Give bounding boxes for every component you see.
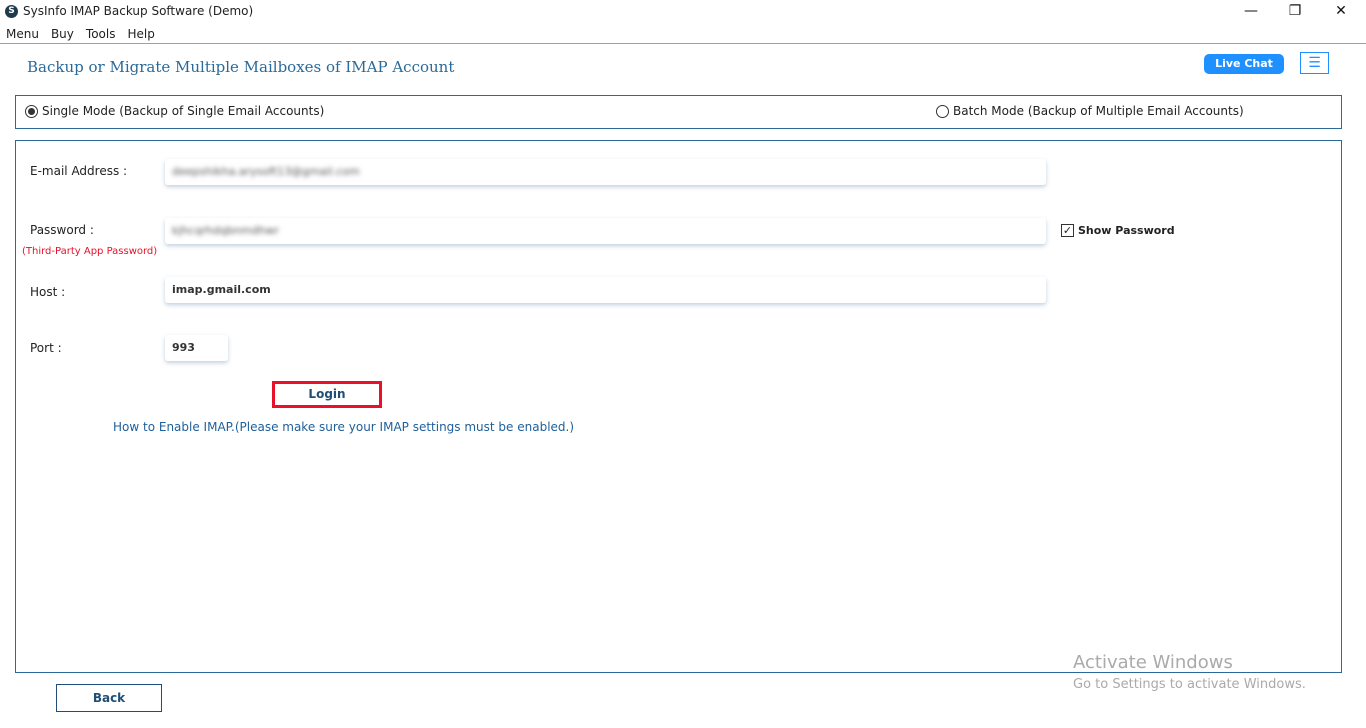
show-password-label: Show Password — [1078, 224, 1175, 237]
radio-unchecked-icon[interactable] — [936, 104, 949, 118]
menu-bar: Menu Buy Tools Help — [0, 25, 161, 43]
menu-item-tools[interactable]: Tools — [80, 25, 122, 43]
title-bar: S SysInfo IMAP Backup Software (Demo) — … — [0, 0, 1366, 24]
batch-mode-radio[interactable]: Batch Mode (Backup of Multiple Email Acc… — [936, 104, 1244, 118]
host-label: Host : — [30, 285, 66, 299]
menu-item-buy[interactable]: Buy — [45, 25, 80, 43]
port-label: Port : — [30, 341, 62, 355]
divider — [0, 43, 1366, 44]
activate-windows-hint: Go to Settings to activate Windows. — [1073, 677, 1306, 692]
restore-button[interactable]: ❐ — [1272, 0, 1318, 24]
close-button[interactable]: ✕ — [1318, 0, 1364, 24]
menu-item-help[interactable]: Help — [121, 25, 160, 43]
login-button[interactable]: Login — [272, 381, 382, 408]
back-button[interactable]: Back — [56, 684, 162, 712]
email-value: deepshikha.arysoft13@gmail.com — [172, 165, 360, 178]
activate-windows-watermark: Activate Windows — [1073, 652, 1233, 673]
menu-item-menu[interactable]: Menu — [0, 25, 45, 43]
checkbox-checked-icon[interactable]: ✓ — [1061, 224, 1074, 237]
password-hint: (Third-Party App Password) — [22, 246, 158, 257]
window-title: SysInfo IMAP Backup Software (Demo) — [23, 4, 254, 18]
enable-imap-link[interactable]: How to Enable IMAP.(Please make sure you… — [113, 420, 574, 434]
port-field[interactable]: 993 — [165, 335, 228, 361]
email-field[interactable]: deepshikha.arysoft13@gmail.com — [165, 159, 1046, 185]
live-chat-button[interactable]: Live Chat — [1204, 54, 1284, 74]
host-field[interactable]: imap.gmail.com — [165, 277, 1046, 303]
show-password-checkbox[interactable]: ✓ Show Password — [1061, 224, 1175, 237]
single-mode-label: Single Mode (Backup of Single Email Acco… — [42, 104, 325, 118]
page-title: Backup or Migrate Multiple Mailboxes of … — [27, 58, 455, 76]
password-label: Password : — [30, 223, 94, 237]
password-value: kjhcqrhdqbnmdhwr — [172, 224, 279, 237]
batch-mode-label: Batch Mode (Backup of Multiple Email Acc… — [953, 104, 1244, 118]
hamburger-menu-icon[interactable]: ☰ — [1300, 52, 1329, 74]
password-field[interactable]: kjhcqrhdqbnmdhwr — [165, 218, 1046, 244]
minimize-button[interactable]: — — [1228, 0, 1274, 24]
app-logo-icon: S — [5, 5, 18, 18]
radio-checked-icon[interactable] — [25, 104, 38, 118]
single-mode-radio[interactable]: Single Mode (Backup of Single Email Acco… — [25, 104, 324, 118]
email-label: E-mail Address : — [30, 164, 128, 178]
